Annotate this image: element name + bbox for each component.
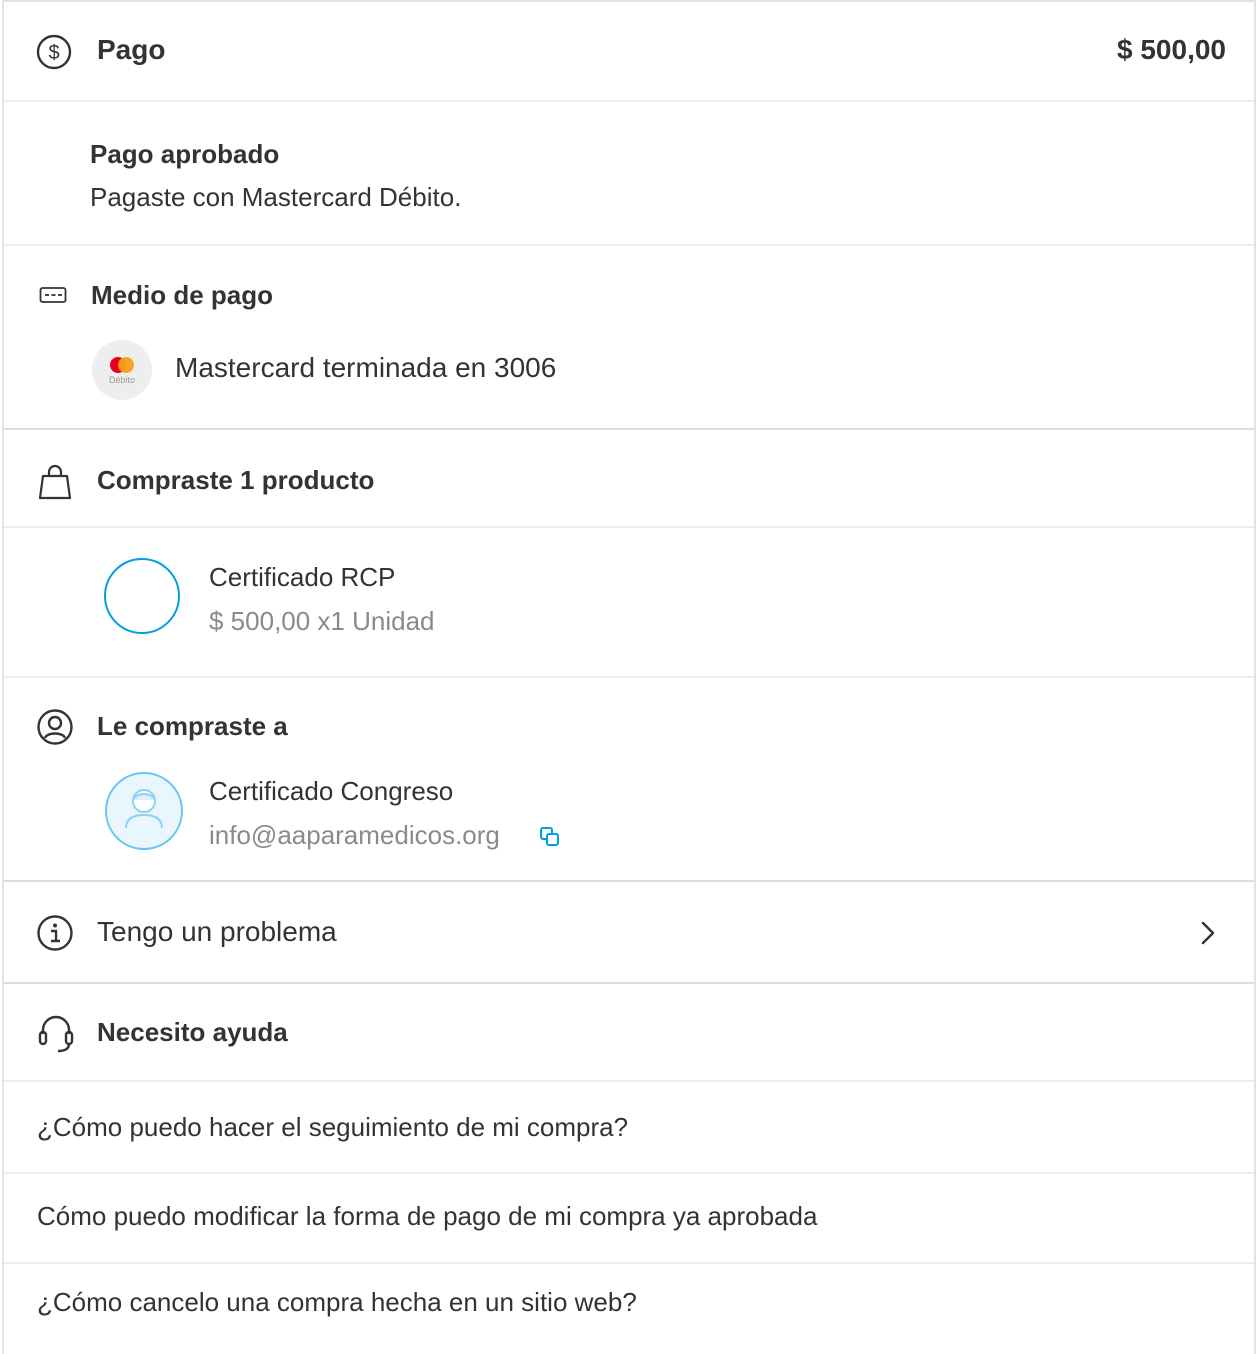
mastercard-circles-icon (110, 357, 134, 373)
help-title: Necesito ayuda (97, 1017, 288, 1047)
person-avatar-icon (125, 789, 163, 829)
payment-method-title: Medio de pago (91, 280, 273, 310)
seller-email: info@aaparamedicos.org (209, 820, 500, 850)
payment-title: Pago (97, 34, 166, 65)
seller-section: Le compraste a Certificado Congreso info… (4, 678, 1254, 882)
mastercard-logo: Débito (92, 340, 152, 400)
dollar-circle-icon: $ (36, 34, 72, 70)
card-label: Mastercard terminada en 3006 (175, 352, 557, 383)
credit-card-icon (39, 287, 67, 303)
user-circle-icon (37, 709, 73, 745)
chevron-right-icon (1201, 921, 1215, 945)
seller-avatar (105, 772, 183, 850)
purchase-detail-page: $ Pago $ 500,00 Pago aprobado Pagaste co… (2, 0, 1256, 1354)
debit-badge: Débito (108, 375, 135, 385)
status-title: Pago aprobado (90, 139, 280, 169)
payment-method-section: Medio de pago Débito Mastercard terminad… (4, 246, 1254, 430)
product-name: Certificado RCP (209, 562, 396, 592)
svg-text:$: $ (48, 42, 59, 64)
status-detail: Pagaste con Mastercard Débito. (90, 182, 462, 212)
help-item[interactable]: ¿Cómo cancelo una compra hecha en un sit… (4, 1264, 1254, 1354)
seller-title: Le compraste a (97, 711, 288, 741)
shopping-bag-icon (38, 464, 72, 500)
purchase-card: $ Pago $ 500,00 Pago aprobado Pagaste co… (2, 0, 1256, 1354)
problem-row[interactable]: Tengo un problema (4, 882, 1254, 984)
product-price: $ 500,00 x1 Unidad (209, 606, 435, 636)
payment-status: Pago aprobado Pagaste con Mastercard Déb… (4, 102, 1254, 246)
info-icon (37, 915, 73, 951)
help-item[interactable]: Cómo puedo modificar la forma de pago de… (4, 1174, 1254, 1264)
purchase-title-row: Compraste 1 producto (4, 430, 1254, 528)
payment-header: $ Pago $ 500,00 (4, 2, 1254, 102)
copy-icon[interactable] (539, 826, 561, 848)
help-item-label: Cómo puedo modificar la forma de pago de… (37, 1201, 818, 1231)
help-item-label: ¿Cómo cancelo una compra hecha en un sit… (37, 1287, 637, 1317)
headset-icon (38, 1015, 74, 1053)
problem-label: Tengo un problema (97, 916, 337, 947)
seller-name: Certificado Congreso (209, 776, 454, 806)
product-image (104, 558, 180, 634)
purchase-title: Compraste 1 producto (97, 465, 375, 495)
help-item-label: ¿Cómo puedo hacer el seguimiento de mi c… (37, 1112, 629, 1142)
product-row[interactable]: Certificado RCP $ 500,00 x1 Unidad (4, 528, 1254, 678)
payment-amount: $ 500,00 (1117, 34, 1226, 65)
help-title-row: Necesito ayuda (4, 984, 1254, 1082)
help-item[interactable]: ¿Cómo puedo hacer el seguimiento de mi c… (4, 1082, 1254, 1174)
